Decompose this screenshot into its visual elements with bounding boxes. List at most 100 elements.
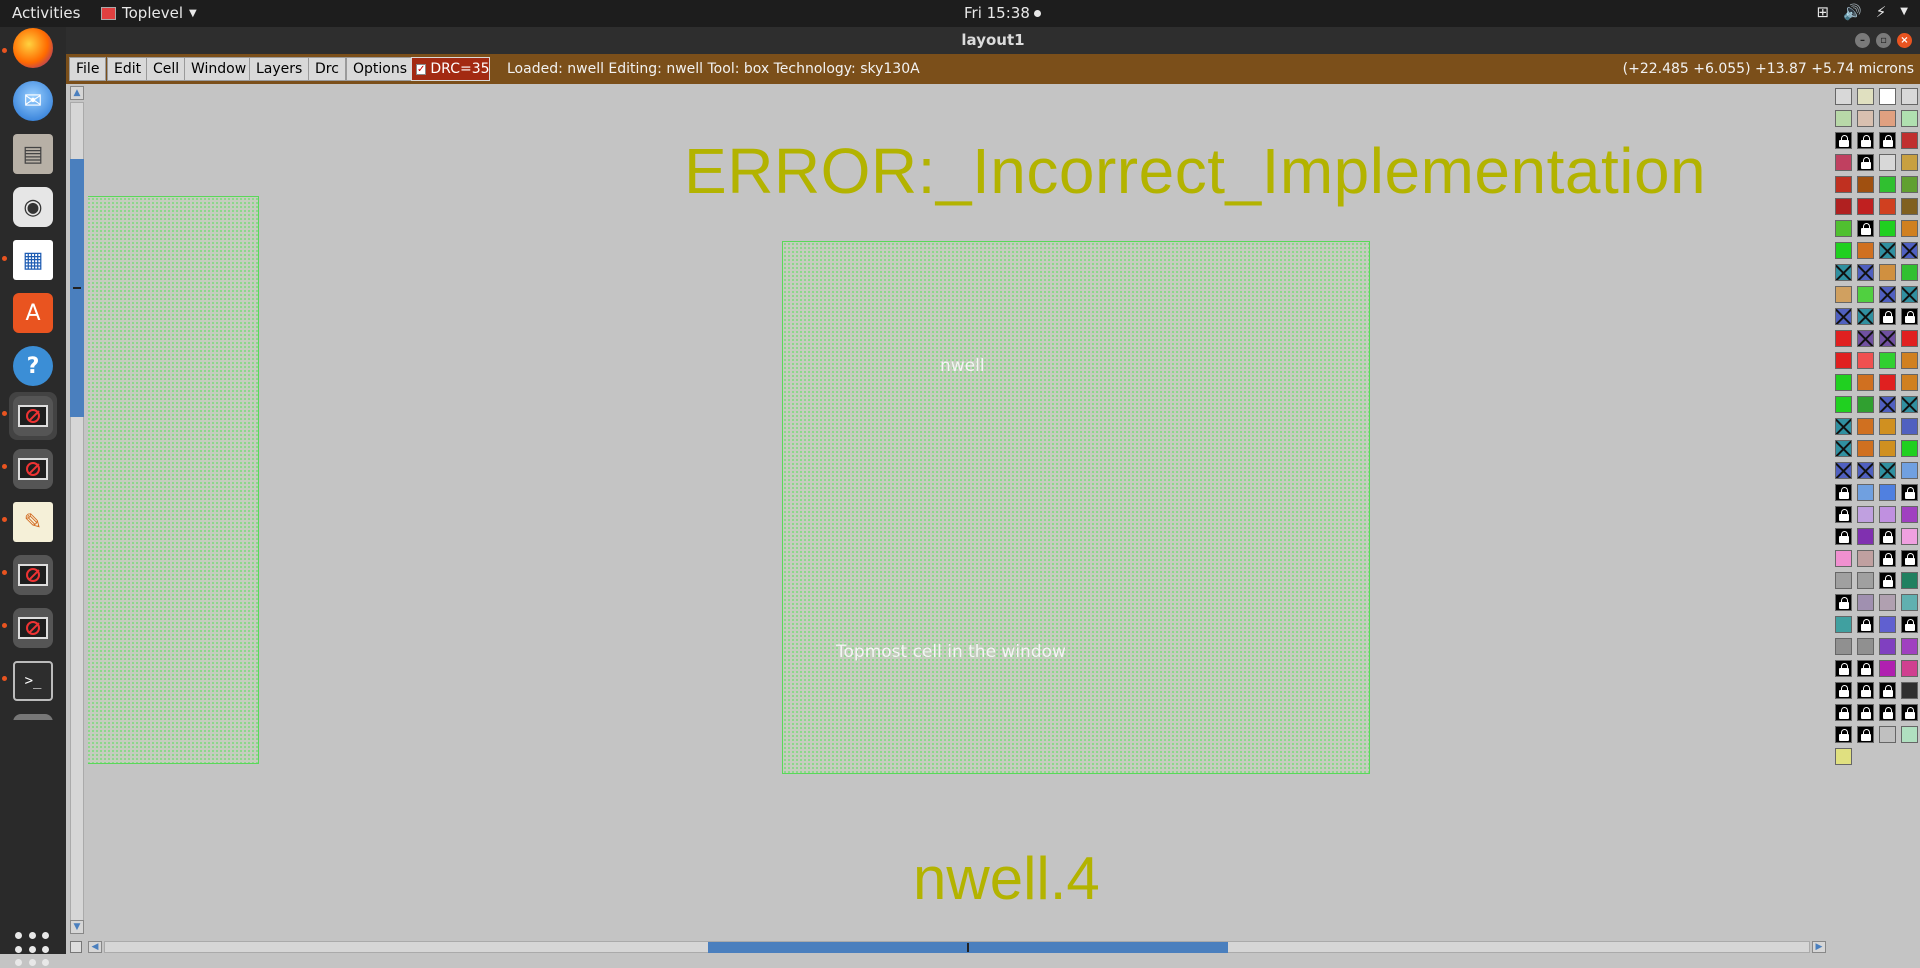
layer-swatch[interactable] [1901,396,1918,413]
layer-swatch[interactable] [1857,484,1874,501]
layout-canvas[interactable]: ERROR:_Incorrect_Implementation nwell To… [88,84,1830,940]
layer-swatch[interactable] [1835,198,1852,215]
dock-help[interactable]: ? [9,342,57,390]
layer-locked-icon[interactable] [1857,704,1874,721]
layer-swatch[interactable] [1835,220,1852,237]
layer-locked-icon[interactable] [1901,704,1918,721]
layer-swatch[interactable] [1835,418,1852,435]
layer-swatch[interactable] [1901,682,1918,699]
clock[interactable]: Fri 15:38 [964,4,1041,22]
layer-swatch[interactable] [1879,396,1896,413]
app-menu[interactable]: Toplevel ▼ [101,4,197,22]
dock-files[interactable]: ▤ [9,130,57,178]
layer-swatch[interactable] [1879,660,1896,677]
layer-swatch[interactable] [1879,242,1896,259]
maximize-icon[interactable]: ▫ [1876,33,1891,48]
nwell-shape-left[interactable] [88,196,259,764]
dock-software[interactable]: A [9,289,57,337]
layer-locked-icon[interactable] [1835,484,1852,501]
layer-swatch[interactable] [1901,418,1918,435]
layer-swatch[interactable] [1835,110,1852,127]
layer-swatch[interactable] [1901,594,1918,611]
layer-swatch[interactable] [1901,374,1918,391]
layer-locked-icon[interactable] [1901,484,1918,501]
close-icon[interactable]: × [1897,33,1912,48]
layer-swatch[interactable] [1879,264,1896,281]
layer-swatch[interactable] [1857,374,1874,391]
layer-swatch[interactable] [1879,88,1896,105]
layer-swatch[interactable] [1835,308,1852,325]
vertical-scrollbar[interactable]: ▲ ▼ [66,84,88,940]
layer-swatch[interactable] [1857,242,1874,259]
layer-locked-icon[interactable] [1879,704,1896,721]
layer-swatch[interactable] [1879,352,1896,369]
layer-locked-icon[interactable] [1879,572,1896,589]
layer-swatch[interactable] [1879,374,1896,391]
layer-locked-icon[interactable] [1857,682,1874,699]
layer-swatch[interactable] [1879,484,1896,501]
layer-swatch[interactable] [1901,440,1918,457]
dock-firefox[interactable] [9,24,57,72]
menu-options[interactable]: Options [346,57,415,81]
scroll-left-icon[interactable]: ◀ [88,941,102,953]
layer-swatch[interactable] [1879,154,1896,171]
layer-swatch[interactable] [1879,110,1896,127]
menu-edit[interactable]: Edit [107,57,149,81]
dock-text-editor[interactable]: ✎ [9,498,57,546]
scroll-up-icon[interactable]: ▲ [70,86,84,100]
menu-drc[interactable]: Drc [308,57,346,81]
layer-swatch[interactable] [1857,462,1874,479]
dock-blocked-app-2[interactable] [9,445,57,493]
layer-swatch[interactable] [1857,308,1874,325]
layer-swatch[interactable] [1857,638,1874,655]
layer-swatch[interactable] [1901,726,1918,743]
layer-swatch[interactable] [1835,462,1852,479]
layer-locked-icon[interactable] [1835,594,1852,611]
dock-blocked-app-3[interactable] [9,551,57,599]
layer-swatch[interactable] [1857,88,1874,105]
layer-swatch[interactable] [1901,264,1918,281]
layer-locked-icon[interactable] [1835,704,1852,721]
drc-toggle-button[interactable]: ✓ DRC=35 [411,57,490,81]
layer-swatch[interactable] [1857,176,1874,193]
layer-swatch[interactable] [1901,572,1918,589]
layer-locked-icon[interactable] [1835,506,1852,523]
layer-swatch[interactable] [1901,154,1918,171]
layer-locked-icon[interactable] [1857,726,1874,743]
layer-swatch[interactable] [1835,550,1852,567]
scroll-down-icon[interactable]: ▼ [70,920,84,934]
layer-swatch[interactable] [1901,242,1918,259]
layer-swatch[interactable] [1835,396,1852,413]
layer-locked-icon[interactable] [1879,308,1896,325]
layer-swatch[interactable] [1835,264,1852,281]
layer-swatch[interactable] [1857,396,1874,413]
layer-swatch[interactable] [1901,352,1918,369]
layer-swatch[interactable] [1901,528,1918,545]
layer-swatch[interactable] [1901,462,1918,479]
menu-window[interactable]: Window [184,57,254,81]
layer-swatch[interactable] [1835,330,1852,347]
layer-locked-icon[interactable] [1879,682,1896,699]
layer-swatch[interactable] [1857,330,1874,347]
layer-swatch[interactable] [1857,264,1874,281]
layer-swatch[interactable] [1835,88,1852,105]
layer-swatch[interactable] [1857,352,1874,369]
layer-locked-icon[interactable] [1835,682,1852,699]
layer-swatch[interactable] [1879,418,1896,435]
layer-swatch[interactable] [1857,550,1874,567]
layer-swatch[interactable] [1857,418,1874,435]
layer-swatch[interactable] [1857,506,1874,523]
layer-locked-icon[interactable] [1857,616,1874,633]
minimize-icon[interactable]: – [1855,33,1870,48]
layer-swatch[interactable] [1835,352,1852,369]
layer-locked-icon[interactable] [1857,660,1874,677]
layer-swatch[interactable] [1879,286,1896,303]
layer-locked-icon[interactable] [1857,154,1874,171]
menu-file[interactable]: File [69,57,107,81]
layer-swatch[interactable] [1835,154,1852,171]
layer-swatch[interactable] [1835,616,1852,633]
layer-locked-icon[interactable] [1835,528,1852,545]
nwell-shape-main[interactable] [782,241,1370,774]
layer-swatch[interactable] [1857,572,1874,589]
layer-swatch[interactable] [1879,176,1896,193]
